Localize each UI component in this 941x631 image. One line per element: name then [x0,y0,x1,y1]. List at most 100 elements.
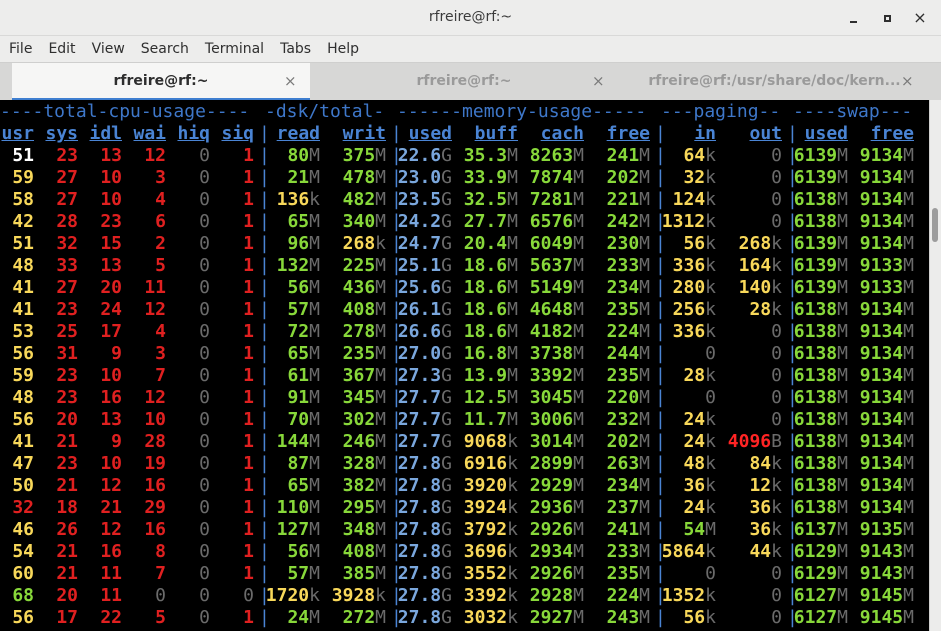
tab-3[interactable]: rfreire@rf:/usr/share/doc/kern... × [620,63,929,101]
terminal-output[interactable]: ----total-cpu-usage---- -dsk/total- ----… [0,100,929,631]
column-separator: | [259,453,270,474]
table-cell: 0 [199,453,210,474]
menu-tabs[interactable]: Tabs [272,36,319,62]
close-tab-icon[interactable]: × [284,63,297,99]
table-cell: 3045M [529,387,584,408]
menu-file[interactable]: File [1,36,40,62]
table-cell: 21 [100,497,122,518]
column-separator: | [787,167,798,188]
table-cell: 9134M [859,211,914,232]
table-cell: 244M [606,343,650,364]
menu-edit[interactable]: Edit [40,36,83,62]
table-cell: 0 [771,189,782,210]
menu-view[interactable]: View [84,36,133,62]
column-separator: | [391,519,402,540]
table-cell: 3696k [463,541,518,562]
column-separator: | [391,343,402,364]
table-cell: 12k [749,475,782,496]
table-cell: 35.3M [463,145,518,166]
table-cell: 51 [12,233,34,254]
column-separator: | [259,167,270,188]
table-cell: 0 [199,233,210,254]
table-cell: 47 [12,453,34,474]
table-cell: 5864k [661,541,716,562]
maximize-button[interactable] [876,8,898,28]
table-cell: 243M [606,607,650,628]
column-separator: | [391,607,402,628]
table-cell: 9134M [859,189,914,210]
menu-terminal[interactable]: Terminal [197,36,272,62]
table-cell: 1 [243,607,254,628]
column-separator: | [391,541,402,562]
table-cell: 91M [287,387,320,408]
column-separator: | [655,365,666,386]
minimize-button[interactable] [842,8,864,28]
table-cell: 336k [672,255,716,276]
table-cell: 32 [56,233,78,254]
table-cell: 235M [606,365,650,386]
table-cell: 27 [56,167,78,188]
table-cell: 408M [342,299,386,320]
table-cell: 235M [606,299,650,320]
table-cell: 65M [287,211,320,232]
scrollbar-thumb[interactable] [932,208,938,242]
column-header-siq: siq [221,123,254,144]
tab-1[interactable]: rfreire@rf:~ × [12,63,310,101]
table-cell: 9134M [859,497,914,518]
column-separator: | [655,123,666,144]
table-cell: 0 [771,563,782,584]
table-cell: 241M [606,519,650,540]
menu-help[interactable]: Help [319,36,367,62]
column-separator: | [391,145,402,166]
close-tab-icon[interactable]: × [901,63,914,99]
close-tab-icon[interactable]: × [592,63,605,99]
table-cell: 56k [683,607,716,628]
table-cell: 144M [276,431,320,452]
table-cell: 3032k [463,607,518,628]
table-cell: 6138M [793,365,848,386]
table-row: 47 23 10 19 0 1 87M 328M 27.8G 6916k 2899M 263M 48k 8… [0,453,929,475]
table-cell: 0 [771,167,782,188]
group-header-memory: ------memory-usage----- [397,101,647,122]
table-cell: 0 [243,585,254,606]
column-separator: | [655,255,666,276]
column-separator: | [655,541,666,562]
table-cell: 51 [12,145,34,166]
vertical-scrollbar[interactable] [929,100,941,631]
table-cell: 6139M [793,233,848,254]
table-cell: 80M [287,145,320,166]
column-header-read: read [276,123,320,144]
table-cell: 9134M [859,343,914,364]
table-cell: 9133M [859,255,914,276]
column-separator: | [787,145,798,166]
table-cell: 4096B [727,431,782,452]
table-cell: 0 [155,585,166,606]
table-cell: 56 [12,343,34,364]
table-cell: 13.9M [463,365,518,386]
table-cell: 10 [100,189,122,210]
menu-search[interactable]: Search [133,36,197,62]
table-cell: 87M [287,453,320,474]
table-cell: 0 [199,563,210,584]
tab-2[interactable]: rfreire@rf:~ × [314,63,614,101]
column-separator: | [259,145,270,166]
table-cell: 32 [12,497,34,518]
table-cell: 9134M [859,475,914,496]
table-cell: 32.5M [463,189,518,210]
table-cell: 28 [144,431,166,452]
column-separator: | [655,189,666,210]
table-cell: 2936M [529,497,584,518]
column-separator: | [787,343,798,364]
close-button[interactable]: × [909,8,931,28]
table-cell: 25.6G [397,277,452,298]
table-cell: 23.0G [397,167,452,188]
table-cell: 9134M [859,233,914,254]
column-separator: | [787,277,798,298]
table-cell: 9134M [859,167,914,188]
table-cell: 6138M [793,409,848,430]
table-cell: 18.6M [463,277,518,298]
table-cell: 408M [342,541,386,562]
column-separator: | [391,563,402,584]
table-cell: 4 [155,189,166,210]
column-separator: | [655,145,666,166]
